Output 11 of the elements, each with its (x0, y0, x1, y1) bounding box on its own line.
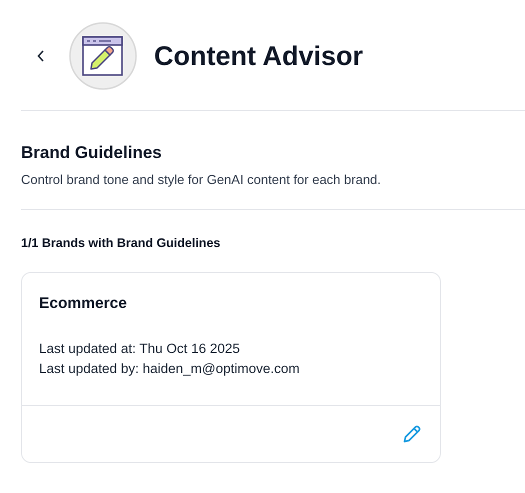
brand-name: Ecommerce (39, 295, 128, 313)
chevron-left-icon (37, 50, 45, 62)
brand-count-label: 1/1 Brands with Brand Guidelines (21, 236, 222, 250)
edit-button[interactable] (402, 424, 422, 444)
section-title: Brand Guidelines (21, 143, 163, 163)
pencil-icon (402, 424, 422, 444)
page-title: Content Advisor (154, 40, 363, 72)
window-pencil-icon (69, 22, 137, 90)
brand-detail: Last updated at: Thu Oct 16 2025 (39, 340, 241, 358)
section-description: Control brand tone and style for GenAI content for each brand. (21, 172, 382, 187)
brand-detail: Last updated by: haiden_m@optimove.com (39, 360, 301, 378)
